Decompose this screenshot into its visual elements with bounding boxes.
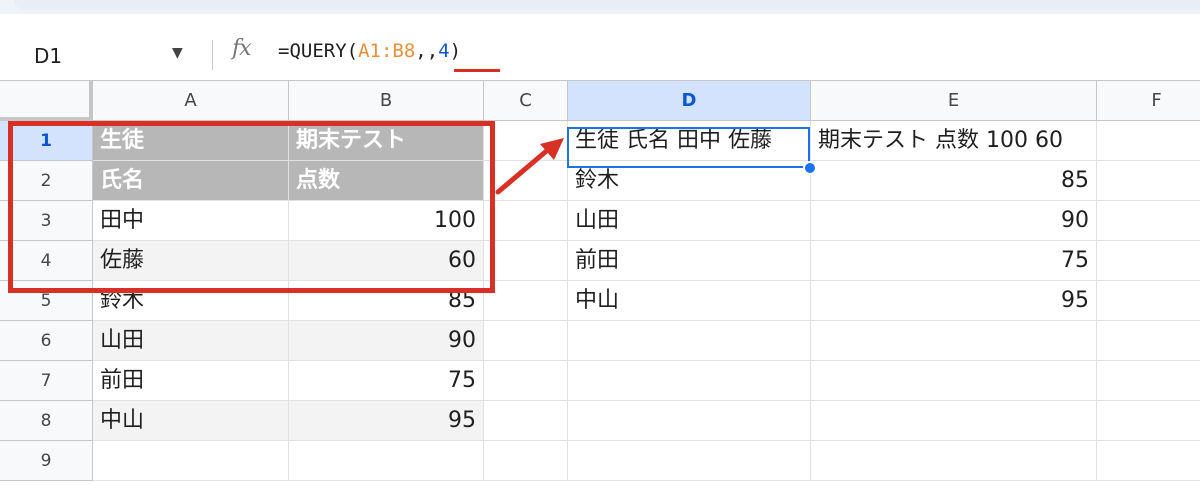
cell-b9[interactable]	[289, 441, 484, 481]
cell-e6[interactable]	[811, 321, 1097, 361]
cell-b5[interactable]: 85	[289, 281, 484, 321]
row-header-6[interactable]: 6	[0, 321, 93, 361]
row-header-4[interactable]: 4	[0, 241, 93, 281]
cell-e1[interactable]: 期末テスト 点数 100 60	[811, 121, 1097, 161]
fx-icon: fx	[232, 36, 252, 61]
cell-b2[interactable]: 点数	[289, 161, 484, 201]
column-header-e[interactable]: E	[811, 81, 1097, 121]
cell-f1[interactable]	[1097, 121, 1200, 161]
cell-e8[interactable]	[811, 401, 1097, 441]
select-all-corner[interactable]	[0, 81, 93, 121]
cell-d4[interactable]: 前田	[568, 241, 811, 281]
divider	[212, 40, 213, 70]
fill-handle[interactable]	[803, 161, 817, 175]
cell-e2[interactable]: 85	[811, 161, 1097, 201]
formula-separator: ,,	[415, 40, 439, 62]
cell-d2[interactable]: 鈴木	[568, 161, 811, 201]
cell-reference: D1	[34, 44, 63, 68]
name-box[interactable]: D1 ▼	[14, 38, 194, 70]
top-strip	[0, 0, 1200, 14]
cell-c6[interactable]	[484, 321, 568, 361]
formula-range: A1:B8	[358, 40, 416, 62]
cell-e4[interactable]: 75	[811, 241, 1097, 281]
cell-f6[interactable]	[1097, 321, 1200, 361]
cell-f5[interactable]	[1097, 281, 1200, 321]
cell-d5[interactable]: 中山	[568, 281, 811, 321]
cell-f4[interactable]	[1097, 241, 1200, 281]
column-header-c[interactable]: C	[484, 81, 568, 121]
cell-e3[interactable]: 90	[811, 201, 1097, 241]
formula-bar: D1 ▼ fx =QUERY(A1:B8,,4)	[0, 28, 1200, 81]
cell-d1[interactable]: 生徒 氏名 田中 佐藤	[568, 121, 811, 161]
row-header-2[interactable]: 2	[0, 161, 93, 201]
cell-a5[interactable]: 鈴木	[93, 281, 289, 321]
cell-c8[interactable]	[484, 401, 568, 441]
red-underline-annotation	[454, 69, 500, 72]
row-header-9[interactable]: 9	[0, 441, 93, 481]
cell-f2[interactable]	[1097, 161, 1200, 201]
cell-a9[interactable]	[93, 441, 289, 481]
cell-a6[interactable]: 山田	[93, 321, 289, 361]
formula-headers-arg: 4	[438, 40, 450, 62]
cell-c7[interactable]	[484, 361, 568, 401]
cell-f3[interactable]	[1097, 201, 1200, 241]
cell-b4[interactable]: 60	[289, 241, 484, 281]
cell-f7[interactable]	[1097, 361, 1200, 401]
cell-c9[interactable]	[484, 441, 568, 481]
cell-f9[interactable]	[1097, 441, 1200, 481]
cell-d9[interactable]	[568, 441, 811, 481]
cell-b8[interactable]: 95	[289, 401, 484, 441]
cell-d3[interactable]: 山田	[568, 201, 811, 241]
column-header-a[interactable]: A	[93, 81, 289, 121]
cell-b6[interactable]: 90	[289, 321, 484, 361]
cell-e9[interactable]	[811, 441, 1097, 481]
cell-a2[interactable]: 氏名	[93, 161, 289, 201]
formula-input[interactable]: =QUERY(A1:B8,,4)	[278, 40, 461, 62]
row-header-1[interactable]: 1	[0, 121, 93, 161]
cell-b3[interactable]: 100	[289, 201, 484, 241]
cell-f8[interactable]	[1097, 401, 1200, 441]
row-header-5[interactable]: 5	[0, 281, 93, 321]
cell-e5[interactable]: 95	[811, 281, 1097, 321]
column-header-d[interactable]: D	[568, 81, 811, 121]
column-header-f[interactable]: F	[1097, 81, 1200, 121]
cell-a7[interactable]: 前田	[93, 361, 289, 401]
cell-a8[interactable]: 中山	[93, 401, 289, 441]
formula-prefix: =QUERY(	[278, 40, 359, 62]
cell-a1[interactable]: 生徒	[93, 121, 289, 161]
cell-d6[interactable]	[568, 321, 811, 361]
cell-a4[interactable]: 佐藤	[93, 241, 289, 281]
formula-suffix: )	[449, 40, 462, 62]
row-header-3[interactable]: 3	[0, 201, 93, 241]
dropdown-arrow-icon[interactable]: ▼	[172, 45, 183, 61]
cell-c4[interactable]	[484, 241, 568, 281]
arrow-annotation	[495, 138, 564, 195]
cell-b7[interactable]: 75	[289, 361, 484, 401]
cell-c5[interactable]	[484, 281, 568, 321]
cell-a3[interactable]: 田中	[93, 201, 289, 241]
column-header-b[interactable]: B	[289, 81, 484, 121]
cell-d8[interactable]	[568, 401, 811, 441]
spreadsheet-grid: A B C D E F 1 生徒 期末テスト 生徒 氏名 田中 佐藤 期末テスト 点数 100 60…	[0, 81, 1200, 498]
cell-d7[interactable]	[568, 361, 811, 401]
row-header-8[interactable]: 8	[0, 401, 93, 441]
cell-e7[interactable]	[811, 361, 1097, 401]
cell-b1[interactable]: 期末テスト	[289, 121, 484, 161]
row-header-7[interactable]: 7	[0, 361, 93, 401]
